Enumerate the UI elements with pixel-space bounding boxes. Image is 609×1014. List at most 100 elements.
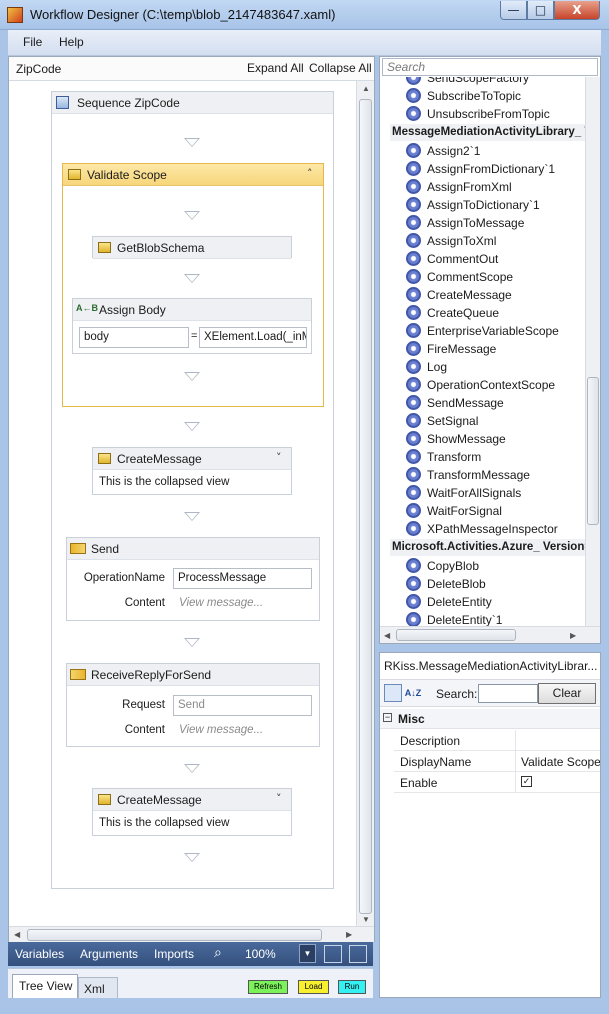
scroll-thumb[interactable] [27, 929, 322, 941]
toolbox-item[interactable]: Transform [406, 448, 585, 466]
get-blob-schema-activity[interactable]: GetBlobSchema [92, 236, 292, 259]
toolbox-vertical-scrollbar[interactable] [585, 77, 600, 626]
toolbox-search-input[interactable]: Search [382, 58, 598, 76]
toolbox-item[interactable]: SendMessage [406, 394, 585, 412]
toolbox-item[interactable]: FireMessage [406, 340, 585, 358]
receive-reply-activity[interactable]: ReceiveReplyForSend Request Send Content… [66, 663, 320, 747]
toolbox-item[interactable]: WaitForSignal [406, 502, 585, 520]
zoom-dropdown-icon[interactable]: ▼ [299, 944, 316, 963]
scroll-left-icon[interactable]: ◀ [384, 631, 390, 640]
toolbox-item[interactable]: AssignToXml [406, 232, 585, 250]
tab-tree-view[interactable]: Tree View [12, 974, 78, 998]
view-message-link[interactable]: View message... [179, 597, 263, 609]
toolbox-item[interactable]: WaitForAllSignals [406, 484, 585, 502]
menu-help[interactable]: Help [59, 35, 84, 49]
property-row[interactable]: DisplayName Validate Scope [394, 751, 600, 772]
expand-chevron-icon[interactable]: ˅ [276, 792, 282, 805]
create-message-activity[interactable]: CreateMessage ˅ This is the collapsed vi… [92, 788, 292, 836]
view-message-link[interactable]: View message... [179, 724, 263, 736]
overview-map-icon[interactable] [349, 945, 367, 963]
toolbox-item[interactable]: SubscribeToTopic [406, 87, 585, 105]
load-button[interactable]: Load [298, 980, 329, 994]
scroll-thumb[interactable] [396, 629, 516, 641]
scroll-right-icon[interactable]: ▶ [570, 631, 576, 640]
toolbox-item[interactable]: TransformMessage [406, 466, 585, 484]
toolbox-item[interactable]: OperationContextScope [406, 376, 585, 394]
designer-vertical-scrollbar[interactable]: ▲ ▼ [356, 81, 374, 926]
arguments-tab[interactable]: Arguments [80, 947, 138, 961]
breadcrumb-item[interactable]: ZipCode [16, 62, 61, 76]
toolbox-item[interactable]: XPathMessageInspector [406, 520, 585, 538]
expand-chevron-icon[interactable]: ˅ [276, 451, 282, 464]
toolbox-item[interactable]: CreateMessage [406, 286, 585, 304]
scroll-thumb[interactable] [359, 99, 372, 914]
gear-icon [406, 521, 421, 536]
gear-icon [406, 287, 421, 302]
toolbox-item[interactable]: Log [406, 358, 585, 376]
assign-body-activity[interactable]: Assign Body A←B body = XElement.Load(_in… [72, 298, 312, 354]
property-value[interactable]: Validate Scope [515, 751, 600, 771]
zoom-icon[interactable]: ⌕ [214, 945, 222, 961]
workflow-designer: ZipCode Expand All Collapse All Sequence… [8, 56, 375, 942]
fit-to-screen-icon[interactable] [324, 945, 342, 963]
toolbox-item[interactable]: CommentOut [406, 250, 585, 268]
tab-xml[interactable]: Xml [78, 977, 118, 998]
collapse-icon[interactable]: − [383, 713, 392, 722]
send-activity[interactable]: Send OperationName ProcessMessage Conten… [66, 537, 320, 621]
assign-to-field[interactable]: body [79, 327, 189, 348]
property-row[interactable]: Enable ✓ [394, 772, 600, 793]
scroll-right-icon[interactable]: ▶ [346, 930, 352, 939]
validate-scope-activity[interactable]: Validate Scope ˄ [62, 163, 324, 407]
assign-value-field[interactable]: XElement.Load(_inMe [199, 327, 307, 348]
minimize-button[interactable]: — [500, 1, 527, 20]
scroll-down-icon[interactable]: ▼ [362, 915, 370, 924]
close-button[interactable]: X [554, 1, 600, 20]
toolbox-item[interactable]: AssignToDictionary`1 [406, 196, 585, 214]
variables-tab[interactable]: Variables [15, 947, 64, 961]
property-row[interactable]: Description [394, 730, 600, 751]
toolbox-item[interactable]: EnterpriseVariableScope [406, 322, 585, 340]
expand-all-link[interactable]: Expand All [247, 61, 304, 75]
designer-canvas[interactable]: Sequence ZipCode Validate Scope ˄ GetBlo… [9, 81, 356, 926]
toolbox-item[interactable]: AssignFromXml [406, 178, 585, 196]
imports-tab[interactable]: Imports [154, 947, 194, 961]
scroll-thumb[interactable] [587, 377, 599, 525]
toolbox-item[interactable]: CommentScope [406, 268, 585, 286]
property-value[interactable]: ✓ [515, 772, 600, 792]
toolbox-item[interactable]: Assign2`1 [406, 142, 585, 160]
menu-file[interactable]: File [23, 35, 42, 49]
scroll-up-icon[interactable]: ▲ [362, 84, 370, 93]
property-value[interactable] [515, 730, 600, 750]
toolbox-category[interactable]: MessageMediationActivityLibrary_ Ve [390, 124, 585, 141]
toolbox-item-label: AssignToXml [427, 234, 497, 248]
toolbox-item[interactable]: CreateQueue [406, 304, 585, 322]
request-field[interactable]: Send [173, 695, 312, 716]
toolbox-item[interactable]: AssignFromDictionary`1 [406, 160, 585, 178]
toolbox-item[interactable]: SendScopeFactory [406, 77, 585, 87]
operation-name-field[interactable]: ProcessMessage [173, 568, 312, 589]
toolbox-item[interactable]: DeleteEntity`1 [406, 611, 585, 626]
scroll-left-icon[interactable]: ◀ [14, 930, 20, 939]
toolbox-item[interactable]: UnsubscribeFromTopic [406, 105, 585, 123]
toolbox-item[interactable]: DeleteBlob [406, 575, 585, 593]
sort-alpha-icon[interactable]: A↓Z [404, 684, 422, 702]
toolbox-item[interactable]: ShowMessage [406, 430, 585, 448]
refresh-button[interactable]: Refresh [248, 980, 288, 994]
toolbox-horizontal-scrollbar[interactable]: ◀ ▶ [380, 626, 600, 643]
property-category[interactable]: − Misc [380, 709, 600, 729]
create-message-activity[interactable]: CreateMessage ˅ This is the collapsed vi… [92, 447, 292, 495]
toolbox-item[interactable]: SetSignal [406, 412, 585, 430]
enable-checkbox[interactable]: ✓ [521, 776, 532, 787]
clear-button[interactable]: Clear [538, 683, 596, 704]
toolbox-category[interactable]: Microsoft.Activities.Azure_ Version=1 [390, 539, 585, 556]
run-button[interactable]: Run [338, 980, 366, 994]
toolbox-item[interactable]: DeleteEntity [406, 593, 585, 611]
categorize-icon[interactable] [384, 684, 402, 702]
property-search-input[interactable] [478, 684, 538, 703]
designer-horizontal-scrollbar[interactable]: ◀ ▶ [9, 926, 374, 942]
collapse-all-link[interactable]: Collapse All [309, 61, 372, 75]
toolbox-item[interactable]: CopyBlob [406, 557, 585, 575]
collapse-chevron-icon[interactable]: ˄ [307, 167, 313, 180]
maximize-button[interactable]: □ [527, 1, 554, 20]
toolbox-item[interactable]: AssignToMessage [406, 214, 585, 232]
